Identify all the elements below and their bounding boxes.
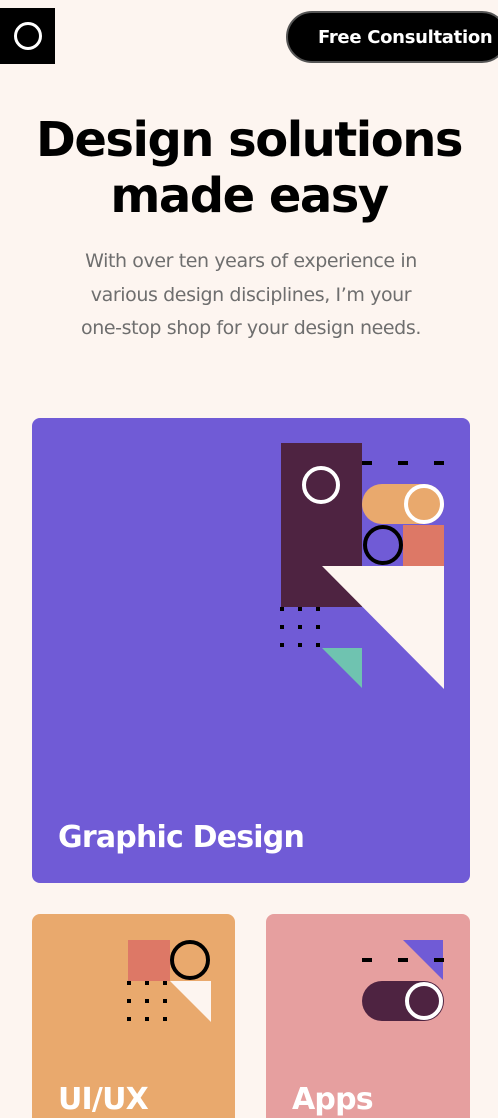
service-card-graphic-design[interactable]: Graphic Design — [32, 418, 470, 883]
service-card-apps[interactable]: Apps — [266, 914, 470, 1118]
page: Free Consultation Design solutions made … — [0, 0, 498, 1118]
geometric-shapes-illustration — [362, 940, 444, 1021]
service-card-ui-ux[interactable]: UI/UX — [32, 914, 235, 1118]
free-consultation-button[interactable]: Free Consultation — [286, 11, 498, 63]
service-card-title: UI/UX — [58, 1082, 149, 1117]
logo[interactable] — [0, 8, 55, 64]
hero-subtitle: With over ten years of experience in var… — [81, 250, 421, 339]
ring-logo-icon — [13, 22, 42, 50]
geometric-shapes-illustration — [127, 940, 211, 1022]
service-card-title: Graphic Design — [58, 820, 305, 855]
page-title: Design solutions made easy — [36, 112, 463, 224]
service-card-title: Apps — [292, 1082, 374, 1117]
geometric-shapes-illustration — [280, 443, 444, 689]
